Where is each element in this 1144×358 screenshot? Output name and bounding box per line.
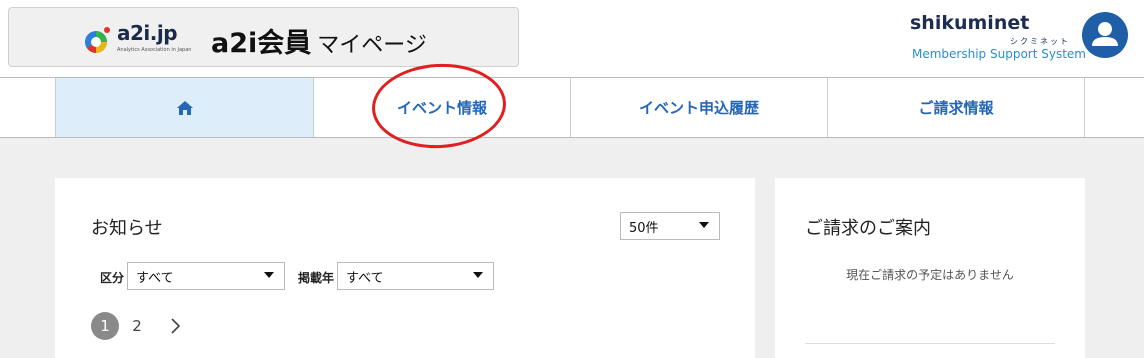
billing-title: ご請求のご案内 bbox=[805, 218, 931, 239]
nav-billing-info-label: ご請求情報 bbox=[918, 99, 994, 117]
chevron-right-icon[interactable] bbox=[165, 316, 185, 336]
nav-event-history[interactable]: イベント申込履歴 bbox=[570, 78, 827, 137]
pager-page-2[interactable]: 2 bbox=[127, 312, 147, 340]
chevron-down-icon bbox=[264, 272, 274, 278]
nav-event-info[interactable]: イベント情報 bbox=[313, 78, 570, 137]
nav-event-history-label: イベント申込履歴 bbox=[638, 99, 759, 117]
header: a2i.jp Analytics Association in Japan a2… bbox=[0, 0, 1144, 78]
news-panel: お知らせ 50件 区分 すべて 掲載年 すべて 1 2 bbox=[55, 178, 755, 358]
brand-name: shikuminet bbox=[910, 12, 1030, 34]
news-title: お知らせ bbox=[91, 218, 163, 239]
billing-message: 現在ご請求の予定はありません bbox=[846, 268, 1014, 282]
nav-billing-info[interactable]: ご請求情報 bbox=[827, 78, 1084, 137]
chevron-down-icon bbox=[473, 272, 483, 278]
per-page-select[interactable]: 50件 bbox=[620, 212, 720, 240]
pager-current-page[interactable]: 1 bbox=[91, 312, 119, 340]
category-label: 区分 bbox=[100, 271, 125, 285]
shikuminet-brand[interactable]: shikuminet シクミネット Membership Support Sys… bbox=[910, 12, 1086, 64]
year-value: すべて bbox=[346, 270, 384, 286]
page-title-main: a2i会員 bbox=[211, 28, 312, 59]
divider bbox=[805, 343, 1055, 344]
category-value: すべて bbox=[136, 270, 174, 286]
logo-text: a2i.jp bbox=[117, 21, 178, 45]
per-page-value: 50件 bbox=[629, 220, 659, 236]
site-logo-banner[interactable]: a2i.jp Analytics Association in Japan a2… bbox=[8, 7, 519, 67]
a2i-logo-icon bbox=[85, 27, 110, 53]
user-icon bbox=[1092, 22, 1118, 46]
logo-subtext: Analytics Association in Japan bbox=[117, 47, 192, 53]
billing-panel: ご請求のご案内 現在ご請求の予定はありません bbox=[775, 178, 1085, 358]
year-label: 掲載年 bbox=[298, 271, 335, 285]
user-avatar-button[interactable] bbox=[1082, 12, 1128, 58]
chevron-down-icon bbox=[699, 222, 709, 228]
brand-system-name: Membership Support System bbox=[912, 47, 1086, 61]
page-title-sub: マイページ bbox=[317, 33, 427, 58]
main-nav: イベント情報 イベント申込履歴 ご請求情報 bbox=[0, 77, 1144, 138]
nav-divider bbox=[1084, 78, 1085, 137]
nav-event-info-label: イベント情報 bbox=[396, 99, 487, 117]
page-title: a2i会員 マイページ bbox=[211, 21, 427, 60]
category-select[interactable]: すべて bbox=[127, 262, 285, 290]
year-select[interactable]: すべて bbox=[337, 262, 494, 290]
brand-kana: シクミネット bbox=[1010, 37, 1070, 46]
nav-home[interactable] bbox=[55, 78, 313, 137]
home-icon bbox=[176, 100, 193, 115]
